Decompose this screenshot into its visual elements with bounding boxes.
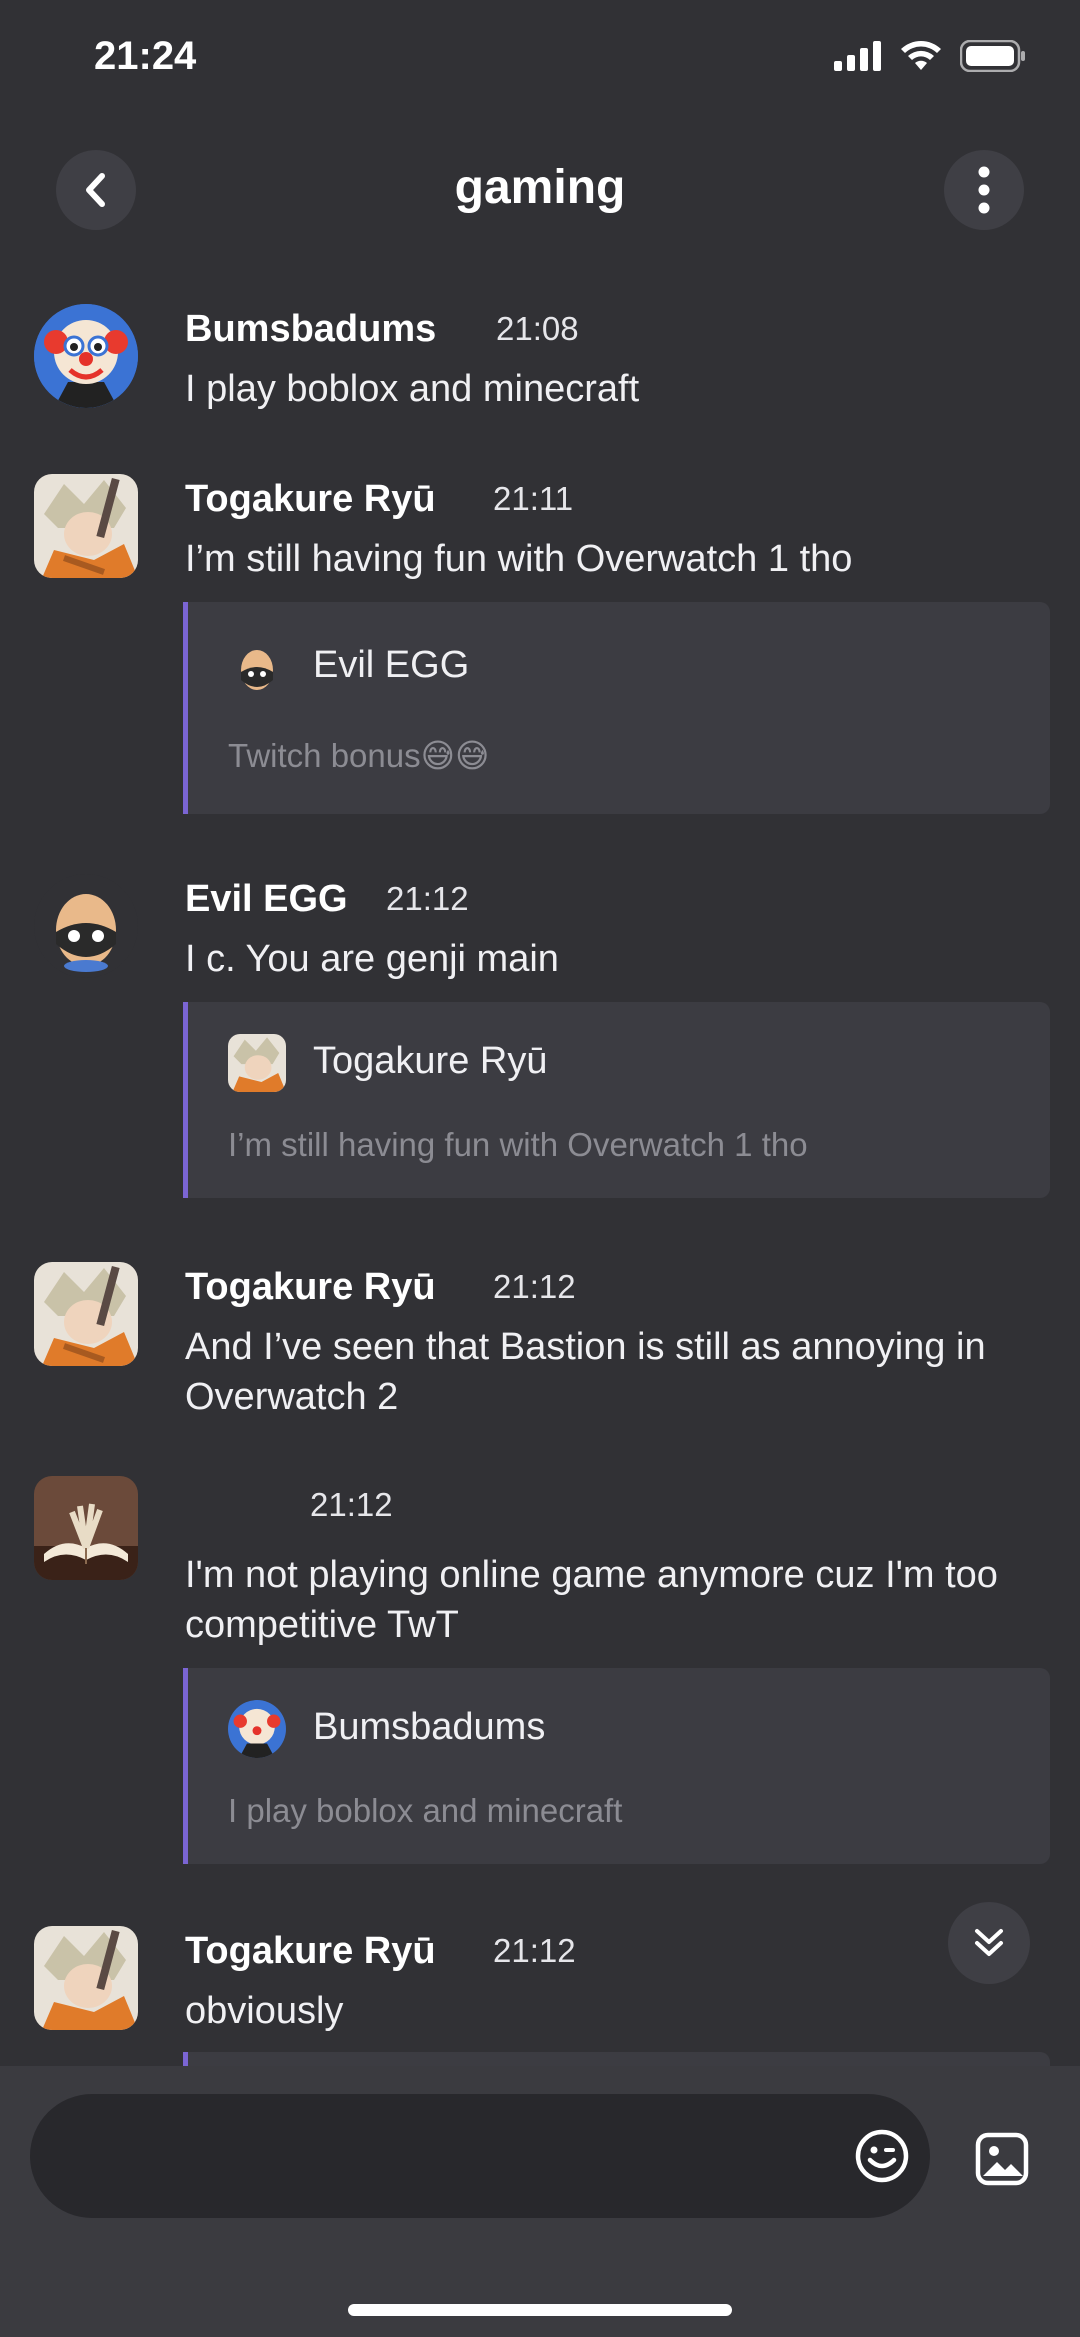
- avatar[interactable]: [34, 1476, 138, 1580]
- message-text: I c. You are genji main: [185, 938, 559, 980]
- message[interactable]: Bumsbadums 21:08 I play boblox and minec…: [0, 300, 1080, 430]
- timestamp: 21:12: [493, 1268, 576, 1305]
- reply-quote[interactable]: [183, 2052, 1050, 2066]
- quote-avatar: [228, 1700, 286, 1758]
- timestamp: 21:12: [310, 1486, 393, 1523]
- reply-quote[interactable]: Bumsbadums I play boblox and minecraft: [183, 1668, 1050, 1864]
- ninja-avatar-icon: [228, 1034, 286, 1092]
- message[interactable]: Evil EGG 21:12 I c. You are genji main T…: [0, 870, 1080, 1210]
- quote-author: Evil EGG: [313, 644, 470, 686]
- message-text: I play boblox and minecraft: [185, 368, 640, 410]
- channel-title: gaming: [454, 161, 626, 214]
- book-avatar-icon: [34, 1476, 138, 1580]
- emoji-button[interactable]: [854, 2128, 910, 2184]
- quote-text: I play boblox and minecraft: [228, 1792, 623, 1829]
- status-time: 21:24: [94, 34, 197, 78]
- status-bar: 21:24: [0, 0, 1080, 120]
- avatar[interactable]: [34, 874, 138, 978]
- message-text: I'm not playing online game anymore cuz …: [185, 1554, 998, 1646]
- avatar[interactable]: [34, 474, 138, 578]
- message[interactable]: 21:12 I'm not playing online game anymor…: [0, 1476, 1080, 1866]
- timestamp: 21:12: [493, 1932, 576, 1969]
- reply-quote[interactable]: Evil EGG Twitch bonus😅😅: [183, 602, 1050, 814]
- smiley-icon: [855, 2129, 909, 2183]
- author-name[interactable]: Togakure Ryū: [185, 478, 436, 521]
- avatar[interactable]: [34, 304, 138, 408]
- double-chevron-down-icon: [975, 1929, 1003, 1956]
- quote-author: Togakure Ryū: [313, 1040, 548, 1082]
- author-name[interactable]: Togakure Ryū: [185, 1266, 436, 1309]
- author-name[interactable]: Bumsbadums: [185, 308, 436, 351]
- clown-avatar-icon: [228, 1700, 286, 1758]
- ninja-avatar-icon: [34, 474, 138, 578]
- quote-avatar: [228, 1034, 286, 1092]
- jump-to-latest-button[interactable]: [948, 1902, 1030, 1984]
- message-input[interactable]: [30, 2094, 930, 2218]
- message[interactable]: Togakure Ryū 21:12 And I’ve seen that Ba…: [0, 1258, 1080, 1438]
- avatar[interactable]: [34, 1926, 138, 2030]
- quote-text: Twitch bonus😅😅: [228, 737, 490, 774]
- message-text: I’m still having fun with Overwatch 1 th…: [185, 538, 853, 580]
- timestamp: 21:11: [493, 480, 574, 517]
- timestamp: 21:12: [386, 880, 469, 917]
- message-text: And I’ve seen that Bastion is still as a…: [185, 1326, 986, 1418]
- image-icon: [975, 2132, 1029, 2186]
- ninja-avatar-icon: [34, 1262, 138, 1366]
- chat-header: gaming: [0, 140, 1080, 240]
- signal-icon: [834, 41, 881, 71]
- egg-avatar-icon: [241, 650, 273, 690]
- more-options-button[interactable]: [944, 150, 1024, 230]
- egg-avatar-icon: [56, 894, 116, 972]
- timestamp: 21:08: [496, 310, 579, 347]
- battery-icon: [960, 40, 1025, 72]
- message[interactable]: Togakure Ryū 21:12 obviously: [0, 1922, 1080, 2066]
- ninja-avatar-icon: [34, 1926, 138, 2030]
- home-indicator: [348, 2304, 732, 2316]
- avatar[interactable]: [34, 1262, 138, 1366]
- quote-text: I’m still having fun with Overwatch 1 th…: [228, 1126, 808, 1163]
- message-text: obviously: [185, 1990, 344, 2032]
- image-button[interactable]: [975, 2132, 1029, 2186]
- quote-author: Bumsbadums: [313, 1706, 546, 1748]
- wifi-icon: [901, 41, 941, 70]
- vertical-dots-icon: [978, 166, 990, 214]
- reply-quote[interactable]: Togakure Ryū I’m still having fun with O…: [183, 1002, 1050, 1198]
- author-name[interactable]: Evil EGG: [185, 878, 348, 921]
- author-name[interactable]: Togakure Ryū: [185, 1930, 436, 1973]
- quote-avatar: [228, 640, 286, 698]
- message[interactable]: Togakure Ryū 21:11 I’m still having fun …: [0, 470, 1080, 820]
- clown-avatar-icon: [34, 304, 138, 408]
- status-icons: [834, 40, 1026, 72]
